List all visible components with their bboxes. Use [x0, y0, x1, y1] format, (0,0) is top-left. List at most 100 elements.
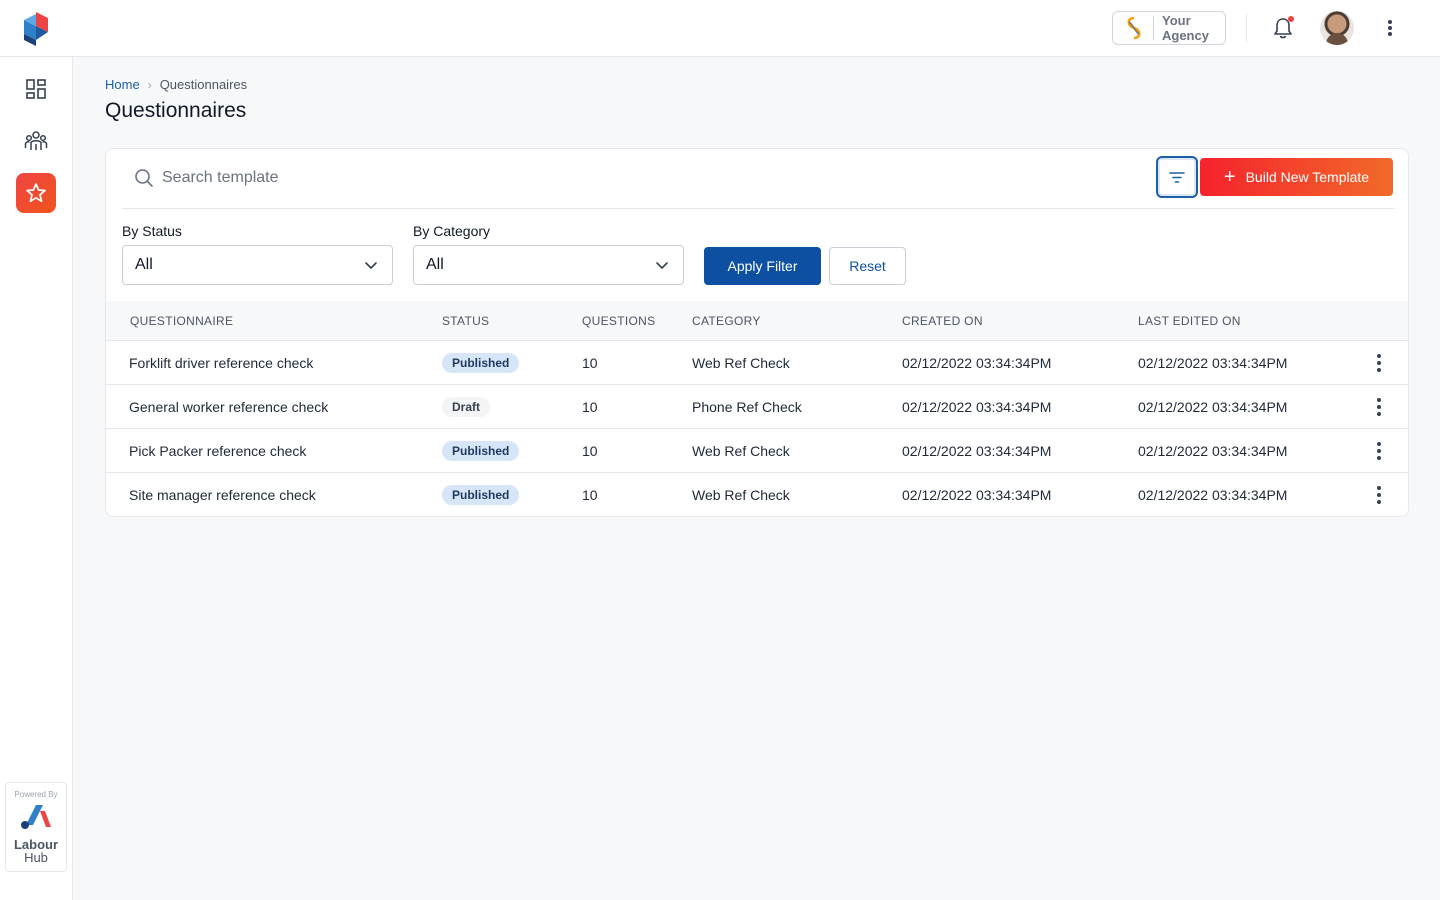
status-badge: Published: [442, 353, 520, 373]
category-select-value: All: [426, 256, 444, 273]
powered-by-badge: Powered By Labour Hub: [5, 782, 67, 872]
build-new-template-button[interactable]: + Build New Template: [1200, 158, 1393, 196]
questionnaire-name[interactable]: Forklift driver reference check: [129, 355, 313, 371]
status-badge: Draft: [442, 397, 491, 417]
created-on-cell: 02/12/2022 03:34:34PM: [902, 487, 1052, 503]
star-icon: [26, 183, 46, 203]
notifications-button[interactable]: [1272, 16, 1294, 40]
table-row[interactable]: Forklift driver reference check Publishe…: [106, 341, 1408, 385]
status-select-value: All: [135, 256, 153, 273]
created-on-cell: 02/12/2022 03:34:34PM: [902, 443, 1052, 459]
column-header-status[interactable]: STATUS: [442, 314, 489, 328]
table-row[interactable]: Site manager reference check Published 1…: [106, 473, 1408, 516]
questionnaires-card: + Build New Template By Status All By Ca…: [105, 148, 1409, 517]
questions-count: 10: [582, 487, 598, 503]
user-avatar[interactable]: [1320, 11, 1354, 45]
kebab-dot: [1377, 361, 1381, 365]
questionnaire-name[interactable]: Pick Packer reference check: [129, 443, 306, 459]
sidebar-item-people[interactable]: [16, 121, 56, 161]
kebab-dot: [1377, 368, 1381, 372]
status-filter-label: By Status: [122, 223, 182, 239]
chevron-down-icon: [365, 262, 377, 269]
sidebar-item-questionnaires[interactable]: [16, 173, 56, 213]
breadcrumb: Home › Questionnaires: [105, 77, 247, 92]
filter-toggle-button[interactable]: [1156, 156, 1198, 198]
breadcrumb-current: Questionnaires: [159, 77, 248, 92]
reset-filter-button[interactable]: Reset: [829, 247, 906, 285]
kebab-dot: [1377, 493, 1381, 497]
brand-name-line2: Hub: [24, 850, 48, 865]
agency-divider: [1153, 16, 1154, 40]
dashboard-icon: [26, 79, 46, 99]
category-filter-label: By Category: [413, 223, 491, 239]
notification-dot: [1288, 16, 1294, 22]
column-header-created-on[interactable]: CREATED ON: [902, 314, 983, 328]
created-on-cell: 02/12/2022 03:34:34PM: [902, 399, 1052, 415]
breadcrumb-home-link[interactable]: Home: [105, 77, 140, 92]
labour-hub-logo-icon: [21, 805, 51, 829]
kebab-dot: [1377, 412, 1381, 416]
questions-count: 10: [582, 399, 598, 415]
apply-filter-button[interactable]: Apply Filter: [704, 247, 821, 285]
questionnaire-name[interactable]: Site manager reference check: [129, 487, 316, 503]
search-input[interactable]: [162, 163, 1062, 193]
chevron-down-icon: [656, 262, 668, 269]
category-cell: Web Ref Check: [692, 355, 790, 371]
category-cell: Web Ref Check: [692, 487, 790, 503]
kebab-dot: [1377, 442, 1381, 446]
table-header: QUESTIONNAIRE STATUS QUESTIONS CATEGORY …: [106, 301, 1408, 341]
category-cell: Web Ref Check: [692, 443, 790, 459]
kebab-dot: [1377, 456, 1381, 460]
last-edited-cell: 02/12/2022 03:34:34PM: [1138, 443, 1288, 459]
sidebar: Powered By Labour Hub: [0, 57, 73, 900]
search-icon: [135, 169, 153, 187]
kebab-dot: [1377, 449, 1381, 453]
status-select[interactable]: All: [122, 245, 393, 285]
kebab-dot: [1388, 32, 1392, 36]
row-actions-button[interactable]: [1369, 353, 1389, 373]
kebab-dot: [1377, 405, 1381, 409]
chevron-right-icon: ›: [147, 77, 152, 92]
search-bar: + Build New Template: [122, 149, 1394, 209]
sidebar-item-dashboard[interactable]: [16, 69, 56, 109]
kebab-dot: [1377, 486, 1381, 490]
powered-by-label: Powered By: [14, 790, 58, 799]
column-header-last-edited-on[interactable]: LAST EDITED ON: [1138, 314, 1241, 328]
filter-icon: [1169, 172, 1185, 183]
questions-count: 10: [582, 443, 598, 459]
more-menu-button[interactable]: [1380, 17, 1400, 39]
agency-logo-icon: [1127, 16, 1141, 40]
table-row[interactable]: General worker reference check Draft 10 …: [106, 385, 1408, 429]
status-badge: Published: [442, 441, 520, 461]
app-logo[interactable]: [22, 12, 50, 46]
questionnaires-table: QUESTIONNAIRE STATUS QUESTIONS CATEGORY …: [106, 301, 1408, 516]
header-divider: [1246, 14, 1247, 42]
last-edited-cell: 02/12/2022 03:34:34PM: [1138, 399, 1288, 415]
build-new-template-label: Build New Template: [1245, 169, 1370, 185]
kebab-dot: [1377, 500, 1381, 504]
kebab-dot: [1388, 20, 1392, 24]
row-actions-button[interactable]: [1369, 397, 1389, 417]
page-title: Questionnaires: [105, 99, 247, 122]
category-select[interactable]: All: [413, 245, 684, 285]
column-header-questionnaire[interactable]: QUESTIONNAIRE: [130, 314, 233, 328]
agency-switcher[interactable]: Your Agency: [1112, 11, 1226, 45]
column-header-category[interactable]: CATEGORY: [692, 314, 761, 328]
kebab-dot: [1377, 354, 1381, 358]
row-actions-button[interactable]: [1369, 441, 1389, 461]
column-header-questions[interactable]: QUESTIONS: [582, 314, 655, 328]
created-on-cell: 02/12/2022 03:34:34PM: [902, 355, 1052, 371]
questions-count: 10: [582, 355, 598, 371]
status-badge: Published: [442, 485, 520, 505]
last-edited-cell: 02/12/2022 03:34:34PM: [1138, 487, 1288, 503]
table-row[interactable]: Pick Packer reference check Published 10…: [106, 429, 1408, 473]
last-edited-cell: 02/12/2022 03:34:34PM: [1138, 355, 1288, 371]
people-icon: [24, 131, 48, 150]
agency-name: Your Agency: [1162, 13, 1209, 43]
top-bar: Your Agency: [0, 0, 1440, 57]
kebab-dot: [1377, 398, 1381, 402]
row-actions-button[interactable]: [1369, 485, 1389, 505]
category-cell: Phone Ref Check: [692, 399, 802, 415]
questionnaire-name[interactable]: General worker reference check: [129, 399, 328, 415]
plus-icon: +: [1223, 166, 1236, 188]
